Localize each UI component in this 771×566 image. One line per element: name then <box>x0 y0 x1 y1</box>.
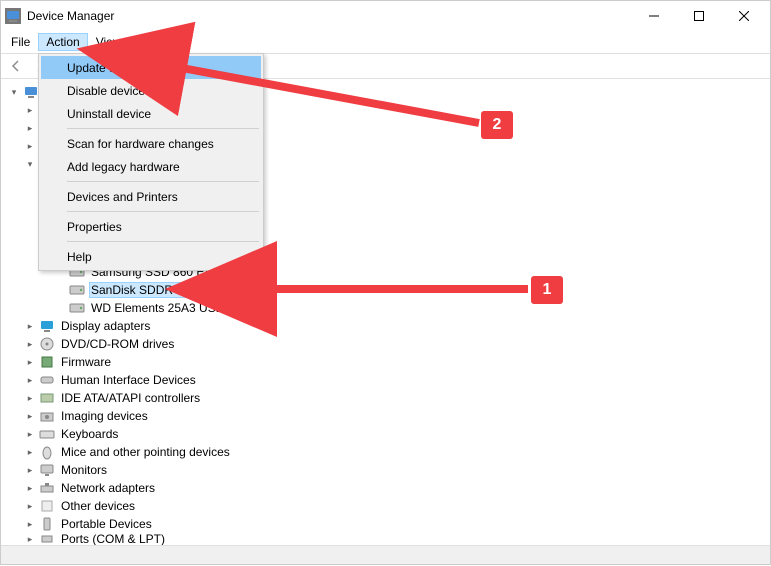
tree-category-portable[interactable]: ▸ Portable Devices <box>5 515 770 533</box>
menu-help[interactable]: Help <box>130 33 171 51</box>
hid-icon <box>39 372 55 388</box>
chevron-down-icon[interactable]: ▾ <box>7 85 21 99</box>
menu-bar: File Action View Help <box>1 31 770 53</box>
network-icon <box>39 480 55 496</box>
minimize-button[interactable] <box>631 2 676 30</box>
action-menu-dropdown: Update driver Disable device Uninstall d… <box>38 53 264 271</box>
tree-node-label: WD Elements 25A3 USB Device <box>89 301 266 315</box>
ports-icon <box>39 533 55 545</box>
chevron-right-icon[interactable]: ▸ <box>23 121 37 135</box>
chevron-right-icon[interactable]: ▸ <box>23 481 37 495</box>
chevron-right-icon[interactable]: ▸ <box>23 373 37 387</box>
tree-category-network[interactable]: ▸ Network adapters <box>5 479 770 497</box>
menu-item-devices-printers[interactable]: Devices and Printers <box>41 185 261 208</box>
menu-action[interactable]: Action <box>38 33 87 51</box>
chevron-right-icon[interactable]: ▸ <box>23 427 37 441</box>
mouse-icon <box>39 444 55 460</box>
tree-item-disk[interactable]: WD Elements 25A3 USB Device <box>5 299 770 317</box>
tree-category-keyboards[interactable]: ▸ Keyboards <box>5 425 770 443</box>
tree-item-disk-selected[interactable]: SanDisk SDDR-113 USB Device <box>5 281 770 299</box>
ide-icon <box>39 390 55 406</box>
chevron-right-icon[interactable]: ▸ <box>23 103 37 117</box>
tree-category-imaging[interactable]: ▸ Imaging devices <box>5 407 770 425</box>
chevron-right-icon[interactable]: ▸ <box>23 463 37 477</box>
tree-node-label: Firmware <box>59 355 113 369</box>
chevron-right-icon[interactable]: ▸ <box>23 499 37 513</box>
tree-category-firmware[interactable]: ▸ Firmware <box>5 353 770 371</box>
tree-node-label: Ports (COM & LPT) <box>59 533 167 545</box>
tree-node-label: Other devices <box>59 499 137 513</box>
tree-category-dvd[interactable]: ▸ DVD/CD-ROM drives <box>5 335 770 353</box>
chevron-right-icon[interactable]: ▸ <box>23 533 37 545</box>
other-icon <box>39 498 55 514</box>
dvd-icon <box>39 336 55 352</box>
tree-category-hid[interactable]: ▸ Human Interface Devices <box>5 371 770 389</box>
chevron-right-icon[interactable]: ▸ <box>23 517 37 531</box>
portable-icon <box>39 516 55 532</box>
tree-node-label: DVD/CD-ROM drives <box>59 337 176 351</box>
imaging-icon <box>39 408 55 424</box>
chevron-down-icon[interactable]: ▾ <box>23 157 37 171</box>
tree-category-ports[interactable]: ▸ Ports (COM & LPT) <box>5 533 770 545</box>
tree-node-label: IDE ATA/ATAPI controllers <box>59 391 202 405</box>
chevron-right-icon[interactable]: ▸ <box>23 445 37 459</box>
tree-node-label: Monitors <box>59 463 109 477</box>
menu-separator <box>67 181 259 182</box>
chevron-right-icon[interactable]: ▸ <box>23 319 37 333</box>
chevron-right-icon[interactable]: ▸ <box>23 409 37 423</box>
tree-node-label: Imaging devices <box>59 409 150 423</box>
tree-category-ide[interactable]: ▸ IDE ATA/ATAPI controllers <box>5 389 770 407</box>
disk-icon <box>69 282 85 298</box>
chevron-right-icon[interactable]: ▸ <box>23 355 37 369</box>
menu-separator <box>67 241 259 242</box>
menu-item-disable-device[interactable]: Disable device <box>41 79 261 102</box>
keyboard-icon <box>39 426 55 442</box>
tree-category-other[interactable]: ▸ Other devices <box>5 497 770 515</box>
menu-item-help[interactable]: Help <box>41 245 261 268</box>
menu-separator <box>67 128 259 129</box>
tree-node-label: Human Interface Devices <box>59 373 198 387</box>
tree-node-label: Network adapters <box>59 481 157 495</box>
menu-file[interactable]: File <box>3 33 38 51</box>
title-bar: Device Manager <box>1 1 770 31</box>
close-button[interactable] <box>721 2 766 30</box>
tree-category-display-adapters[interactable]: ▸ Display adapters <box>5 317 770 335</box>
app-icon <box>5 8 21 24</box>
monitor-icon <box>39 462 55 478</box>
chevron-right-icon[interactable]: ▸ <box>23 139 37 153</box>
menu-item-scan-hardware[interactable]: Scan for hardware changes <box>41 132 261 155</box>
maximize-button[interactable] <box>676 2 721 30</box>
menu-item-add-legacy[interactable]: Add legacy hardware <box>41 155 261 178</box>
menu-item-uninstall-device[interactable]: Uninstall device <box>41 102 261 125</box>
window-title: Device Manager <box>27 9 631 23</box>
tree-node-label: Display adapters <box>59 319 152 333</box>
tree-node-label: SanDisk SDDR-113 USB Device <box>89 282 266 298</box>
chevron-right-icon[interactable]: ▸ <box>23 391 37 405</box>
display-icon <box>39 318 55 334</box>
chevron-right-icon[interactable]: ▸ <box>23 337 37 351</box>
status-bar <box>1 546 770 564</box>
back-button[interactable] <box>5 55 27 77</box>
menu-view[interactable]: View <box>88 33 130 51</box>
firmware-icon <box>39 354 55 370</box>
menu-separator <box>67 211 259 212</box>
disk-icon <box>69 300 85 316</box>
menu-item-properties[interactable]: Properties <box>41 215 261 238</box>
tree-category-mice[interactable]: ▸ Mice and other pointing devices <box>5 443 770 461</box>
tree-node-label: Portable Devices <box>59 517 154 531</box>
tree-node-label: Mice and other pointing devices <box>59 445 232 459</box>
tree-node-label: Keyboards <box>59 427 120 441</box>
menu-item-update-driver[interactable]: Update driver <box>41 56 261 79</box>
computer-icon <box>23 84 39 100</box>
tree-category-monitors[interactable]: ▸ Monitors <box>5 461 770 479</box>
